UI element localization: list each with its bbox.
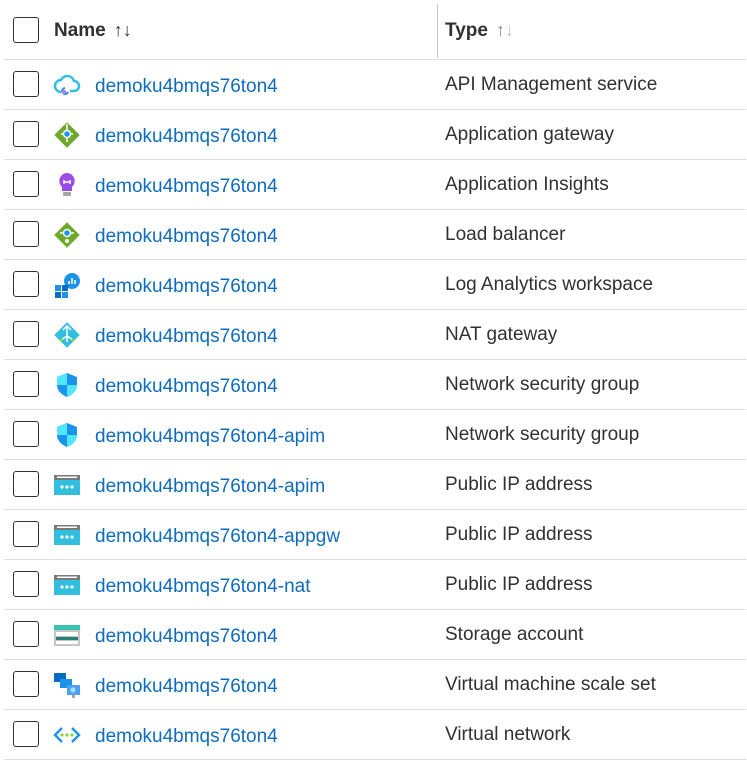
- row-checkbox[interactable]: [13, 321, 39, 347]
- resource-type: Network security group: [445, 424, 640, 445]
- resource-type: Application Insights: [445, 174, 609, 195]
- resource-type: Network security group: [445, 374, 640, 395]
- resource-type: Load balancer: [445, 224, 566, 245]
- resource-name-link[interactable]: demoku4bmqs76ton4: [95, 326, 278, 348]
- row-checkbox[interactable]: [13, 221, 39, 247]
- table-row[interactable]: demoku4bmqs76ton4 Log Analytics workspac…: [4, 260, 746, 310]
- resource-name-link[interactable]: demoku4bmqs76ton4: [95, 376, 278, 398]
- row-checkbox[interactable]: [13, 121, 39, 147]
- select-all-checkbox[interactable]: [13, 17, 39, 43]
- resource-name-link[interactable]: demoku4bmqs76ton4: [95, 726, 278, 748]
- application-insights-icon: [53, 171, 81, 199]
- row-checkbox[interactable]: [13, 471, 39, 497]
- resource-name-link[interactable]: demoku4bmqs76ton4-apim: [95, 426, 325, 448]
- table-header: Name ↑↓ Type ↑↓: [4, 0, 746, 60]
- storage-account-icon: [53, 621, 81, 649]
- resource-name-link[interactable]: demoku4bmqs76ton4: [95, 276, 278, 298]
- vm-scale-set-icon: [53, 671, 81, 699]
- resource-name-link[interactable]: demoku4bmqs76ton4: [95, 626, 278, 648]
- resource-name-link[interactable]: demoku4bmqs76ton4-apim: [95, 476, 325, 498]
- resource-type: API Management service: [445, 74, 658, 95]
- resource-type: Application gateway: [445, 124, 614, 145]
- resource-type: Public IP address: [445, 574, 593, 595]
- row-checkbox[interactable]: [13, 421, 39, 447]
- resource-type: Storage account: [445, 624, 584, 645]
- resource-type: Log Analytics workspace: [445, 274, 654, 295]
- application-gateway-icon: [53, 121, 81, 149]
- load-balancer-icon: [53, 221, 81, 249]
- row-checkbox[interactable]: [13, 571, 39, 597]
- api-management-icon: [53, 71, 81, 99]
- resource-name-link[interactable]: demoku4bmqs76ton4: [95, 676, 278, 698]
- type-header-label: Type: [445, 20, 488, 41]
- column-header-name[interactable]: Name ↑↓: [54, 20, 132, 42]
- table-row[interactable]: demoku4bmqs76ton4 NAT gateway: [4, 310, 746, 360]
- resource-type: Public IP address: [445, 474, 593, 495]
- table-row[interactable]: demoku4bmqs76ton4 API Management service: [4, 60, 746, 110]
- column-header-type[interactable]: Type ↑↓: [445, 20, 514, 42]
- table-row[interactable]: demoku4bmqs76ton4 Virtual machine scale …: [4, 660, 746, 710]
- sort-icon[interactable]: ↑↓: [496, 20, 514, 40]
- network-security-group-icon: [53, 371, 81, 399]
- name-header-label: Name: [54, 20, 106, 41]
- public-ip-icon: [53, 521, 81, 549]
- row-checkbox[interactable]: [13, 271, 39, 297]
- row-checkbox[interactable]: [13, 671, 39, 697]
- table-row[interactable]: demoku4bmqs76ton4 Virtual network: [4, 710, 746, 760]
- nat-gateway-icon: [53, 321, 81, 349]
- resource-table: Name ↑↓ Type ↑↓ demoku4bmqs76ton4 API Mana…: [4, 0, 746, 760]
- table-row[interactable]: demoku4bmqs76ton4 Load balancer: [4, 210, 746, 260]
- public-ip-icon: [53, 471, 81, 499]
- resource-name-link[interactable]: demoku4bmqs76ton4: [95, 226, 278, 248]
- log-analytics-icon: [53, 271, 81, 299]
- table-row[interactable]: demoku4bmqs76ton4-apim Network security …: [4, 410, 746, 460]
- row-checkbox[interactable]: [13, 71, 39, 97]
- table-row[interactable]: demoku4bmqs76ton4-appgw Public IP addres…: [4, 510, 746, 560]
- column-divider[interactable]: [437, 4, 438, 58]
- row-checkbox[interactable]: [13, 621, 39, 647]
- public-ip-icon: [53, 571, 81, 599]
- resource-name-link[interactable]: demoku4bmqs76ton4-appgw: [95, 526, 340, 548]
- table-row[interactable]: demoku4bmqs76ton4 Storage account: [4, 610, 746, 660]
- resource-type: NAT gateway: [445, 324, 558, 345]
- resource-type: Virtual machine scale set: [445, 674, 656, 695]
- resource-type: Public IP address: [445, 524, 593, 545]
- table-row[interactable]: demoku4bmqs76ton4 Application gateway: [4, 110, 746, 160]
- table-row[interactable]: demoku4bmqs76ton4-nat Public IP address: [4, 560, 746, 610]
- row-checkbox[interactable]: [13, 371, 39, 397]
- row-checkbox[interactable]: [13, 521, 39, 547]
- resource-name-link[interactable]: demoku4bmqs76ton4: [95, 76, 278, 98]
- table-row[interactable]: demoku4bmqs76ton4-apim Public IP address: [4, 460, 746, 510]
- resource-name-link[interactable]: demoku4bmqs76ton4: [95, 176, 278, 198]
- sort-icon[interactable]: ↑↓: [114, 20, 132, 40]
- table-row[interactable]: demoku4bmqs76ton4 Network security group: [4, 360, 746, 410]
- table-row[interactable]: demoku4bmqs76ton4 Application Insights: [4, 160, 746, 210]
- resource-type: Virtual network: [445, 724, 571, 745]
- row-checkbox[interactable]: [13, 721, 39, 747]
- resource-name-link[interactable]: demoku4bmqs76ton4-nat: [95, 576, 310, 598]
- virtual-network-icon: [53, 721, 81, 749]
- resource-name-link[interactable]: demoku4bmqs76ton4: [95, 126, 278, 148]
- row-checkbox[interactable]: [13, 171, 39, 197]
- network-security-group-icon: [53, 421, 81, 449]
